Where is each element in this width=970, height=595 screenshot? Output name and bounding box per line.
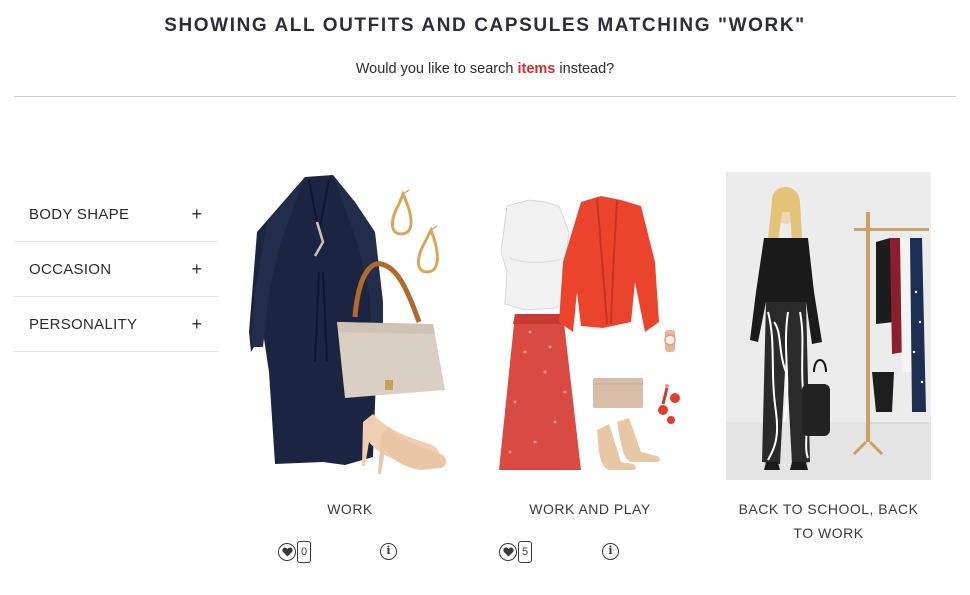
filter-body-shape[interactable]: BODY SHAPE + — [14, 187, 218, 242]
outfit-card: WORK 0 i — [245, 172, 455, 563]
filter-personality[interactable]: PERSONALITY + — [14, 297, 218, 352]
capsule-photo[interactable] — [726, 172, 931, 480]
filter-label: PERSONALITY — [29, 315, 138, 333]
header-divider — [14, 96, 956, 97]
outfit-title[interactable]: WORK — [245, 497, 455, 521]
card-actions: 0 i — [245, 541, 455, 567]
plus-icon[interactable]: + — [191, 315, 202, 333]
filter-label: OCCASION — [29, 260, 112, 278]
capsule-illustration — [726, 172, 931, 480]
outfit-image[interactable] — [245, 172, 455, 480]
like-button[interactable]: 0 — [278, 541, 311, 563]
search-suggestion: Would you like to search items instead? — [0, 61, 970, 77]
filter-occasion[interactable]: OCCASION + — [14, 242, 218, 297]
capsule-title[interactable]: BACK TO SCHOOL, BACK TO WORK — [726, 497, 931, 545]
filter-sidebar: BODY SHAPE + OCCASION + PERSONALITY + — [14, 187, 218, 352]
capsule-card: BACK TO SCHOOL, BACK TO WORK — [726, 172, 936, 541]
like-button[interactable]: 5 — [499, 541, 532, 563]
search-items-link[interactable]: items — [517, 61, 555, 77]
outfit-title[interactable]: WORK AND PLAY — [485, 497, 695, 521]
card-actions: 5 i — [485, 541, 695, 567]
info-icon[interactable]: i — [602, 543, 619, 560]
plus-icon[interactable]: + — [191, 260, 202, 278]
like-count: 0 — [297, 541, 311, 563]
info-icon[interactable]: i — [380, 543, 397, 560]
suggestion-prefix: Would you like to search — [355, 61, 518, 77]
heart-icon[interactable] — [278, 543, 296, 561]
outfit-illustration — [499, 196, 680, 470]
outfit-illustration — [249, 175, 447, 474]
suggestion-suffix: instead? — [555, 61, 615, 77]
heart-icon[interactable] — [499, 543, 517, 561]
outfit-card: WORK AND PLAY 5 i — [485, 172, 695, 563]
like-count: 5 — [518, 541, 532, 563]
outfit-image[interactable] — [485, 172, 695, 480]
plus-icon[interactable]: + — [191, 205, 202, 223]
filter-label: BODY SHAPE — [29, 205, 130, 223]
page-title: SHOWING ALL OUTFITS AND CAPSULES MATCHIN… — [164, 15, 806, 36]
